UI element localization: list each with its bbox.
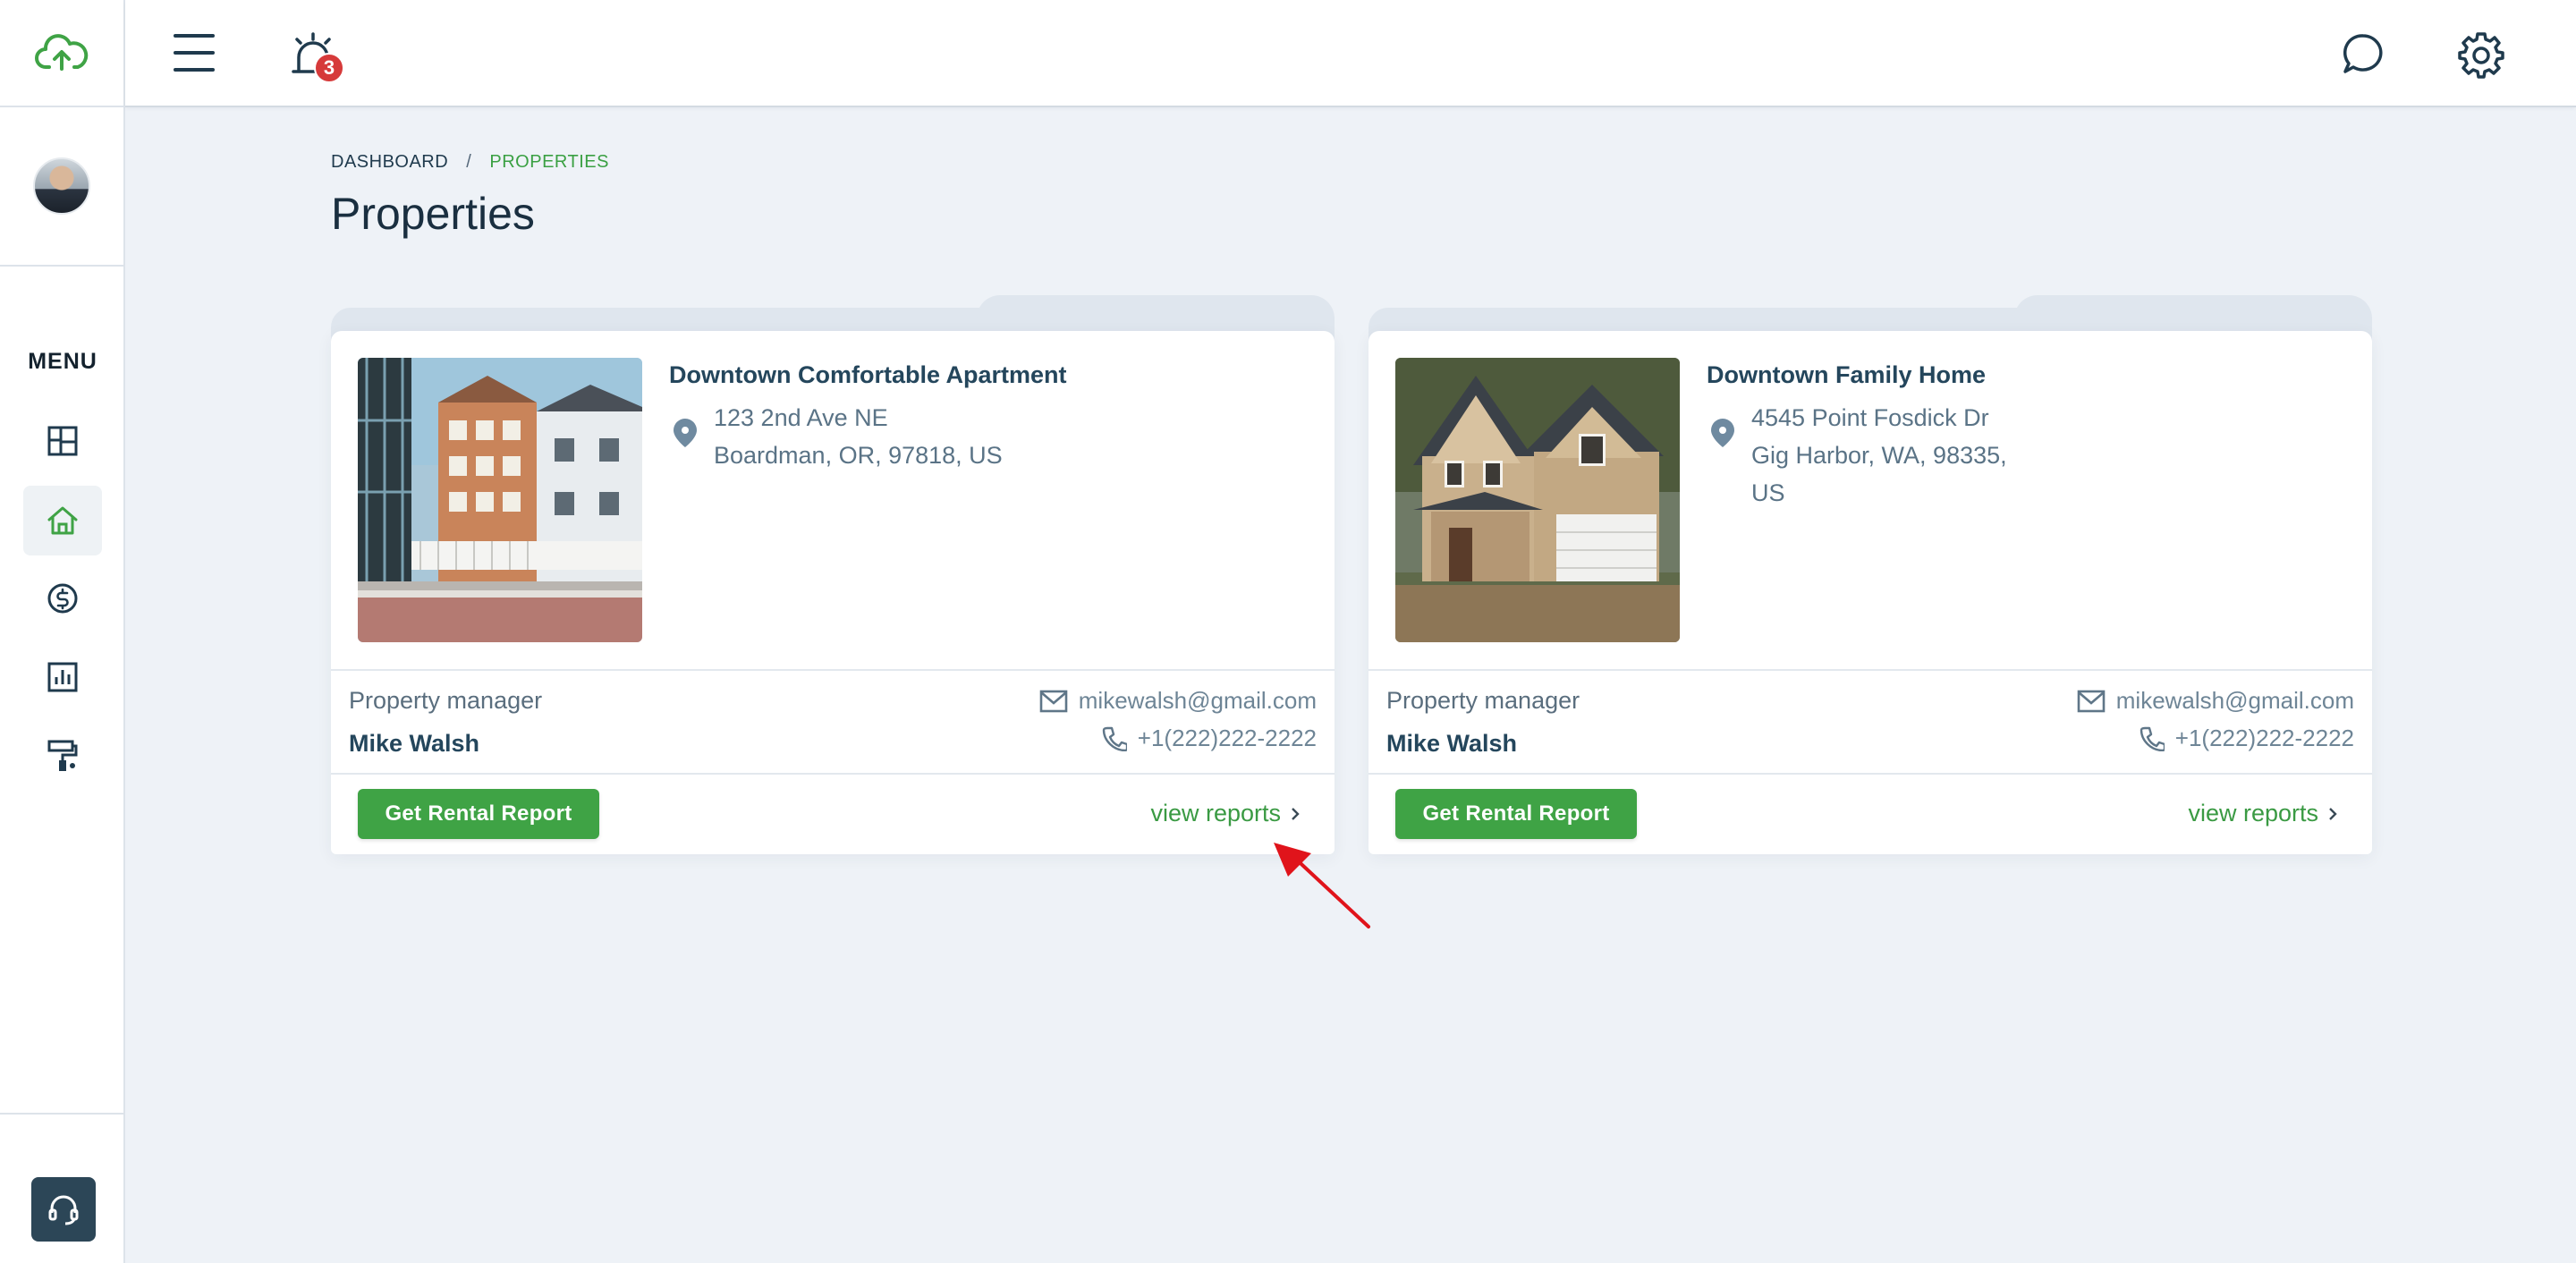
property-card: Downtown Family Home 4545 Point Fosdick … [1368, 295, 2372, 854]
breadcrumb-dashboard-link[interactable]: DASHBOARD [331, 152, 448, 172]
hamburger-menu-icon[interactable] [174, 34, 215, 72]
user-avatar-area [0, 107, 123, 267]
mail-icon [1039, 690, 1068, 712]
phone-icon [2140, 726, 2165, 751]
view-reports-link[interactable]: view reports [2188, 800, 2338, 827]
location-pin-icon [1711, 419, 1734, 447]
property-photo[interactable] [1395, 358, 1680, 642]
manager-email-text: mikewalsh@gmail.com [2115, 687, 2354, 714]
sidebar-item-finance[interactable] [23, 564, 102, 633]
card-divider [331, 773, 1335, 775]
property-card-body: Downtown Family Home 4545 Point Fosdick … [1368, 331, 2372, 854]
property-manager-label: Property manager [1386, 687, 1580, 714]
sidebar-item-maintenance[interactable] [23, 721, 102, 791]
chevron-right-icon [2329, 807, 2337, 820]
address-line-1: 4545 Point Fosdick Dr [1751, 404, 1989, 431]
view-reports-link[interactable]: view reports [1150, 800, 1301, 827]
manager-phone-text: +1(222)222-2222 [2174, 725, 2354, 751]
sidebar-item-dashboard[interactable] [23, 406, 102, 476]
annotation-arrow-icon [1274, 843, 1370, 928]
mail-icon [2077, 690, 2106, 712]
property-manager-name: Mike Walsh [1386, 730, 1518, 757]
property-photo[interactable] [358, 358, 642, 642]
property-address: 4545 Point Fosdick Dr Gig Harbor, WA, 98… [1751, 399, 2007, 512]
manager-phone-text: +1(222)222-2222 [1137, 725, 1317, 751]
phone-icon [1102, 726, 1127, 751]
manager-phone[interactable]: +1(222)222-2222 [2140, 725, 2354, 752]
location-pin-icon [674, 419, 697, 447]
chart-icon [47, 662, 78, 692]
property-card-body: Downtown Comfortable Apartment 123 2nd A… [331, 331, 1335, 854]
chevron-right-icon [1292, 807, 1300, 820]
manager-email-text: mikewalsh@gmail.com [1078, 687, 1317, 714]
page-title: Properties [331, 189, 535, 239]
cloud-upload-icon [35, 34, 89, 71]
property-manager-name: Mike Walsh [349, 730, 480, 757]
get-rental-report-button[interactable]: Get Rental Report [1395, 789, 1637, 839]
home-icon [47, 506, 78, 535]
manager-phone[interactable]: +1(222)222-2222 [1102, 725, 1317, 752]
property-name[interactable]: Downtown Family Home [1707, 361, 1986, 389]
address-line-1: 123 2nd Ave NE [714, 404, 888, 431]
breadcrumb: DASHBOARD / PROPERTIES [331, 152, 609, 173]
logo[interactable] [0, 0, 123, 107]
view-reports-label: view reports [1150, 800, 1281, 826]
card-divider [1368, 773, 2372, 775]
chat-icon[interactable] [2338, 29, 2388, 79]
gear-icon[interactable] [2456, 29, 2506, 79]
dollar-icon [47, 583, 78, 614]
notification-badge: 3 [314, 53, 344, 83]
address-line-3: US [1751, 479, 1785, 506]
manager-email[interactable]: mikewalsh@gmail.com [2077, 687, 2354, 715]
apartment-photo-image [358, 358, 642, 642]
get-rental-report-button[interactable]: Get Rental Report [358, 789, 599, 839]
view-reports-label: view reports [2188, 800, 2318, 826]
manager-email[interactable]: mikewalsh@gmail.com [1039, 687, 1317, 715]
property-name[interactable]: Downtown Comfortable Apartment [669, 361, 1067, 389]
avatar[interactable] [33, 157, 90, 215]
dashboard-icon [47, 426, 78, 456]
support-button[interactable] [31, 1177, 96, 1242]
breadcrumb-separator: / [466, 152, 472, 172]
property-address: 123 2nd Ave NE Boardman, OR, 97818, US [714, 399, 1003, 474]
sidebar-divider [0, 1113, 125, 1115]
sidebar-item-properties[interactable] [23, 486, 102, 555]
sidebar-item-reports[interactable] [23, 642, 102, 712]
top-bar: 3 [125, 0, 2576, 107]
sidebar: MENU [0, 0, 125, 1263]
address-line-2: Boardman, OR, 97818, US [714, 442, 1003, 469]
card-divider [1368, 669, 2372, 671]
headset-icon [48, 1195, 79, 1225]
address-line-2: Gig Harbor, WA, 98335, [1751, 442, 2007, 469]
paint-roller-icon [47, 740, 78, 771]
property-manager-label: Property manager [349, 687, 543, 714]
card-divider [331, 669, 1335, 671]
house-photo-image [1395, 358, 1680, 642]
menu-title: MENU [28, 349, 97, 374]
property-card: Downtown Comfortable Apartment 123 2nd A… [331, 295, 1335, 854]
breadcrumb-current: PROPERTIES [489, 152, 609, 172]
